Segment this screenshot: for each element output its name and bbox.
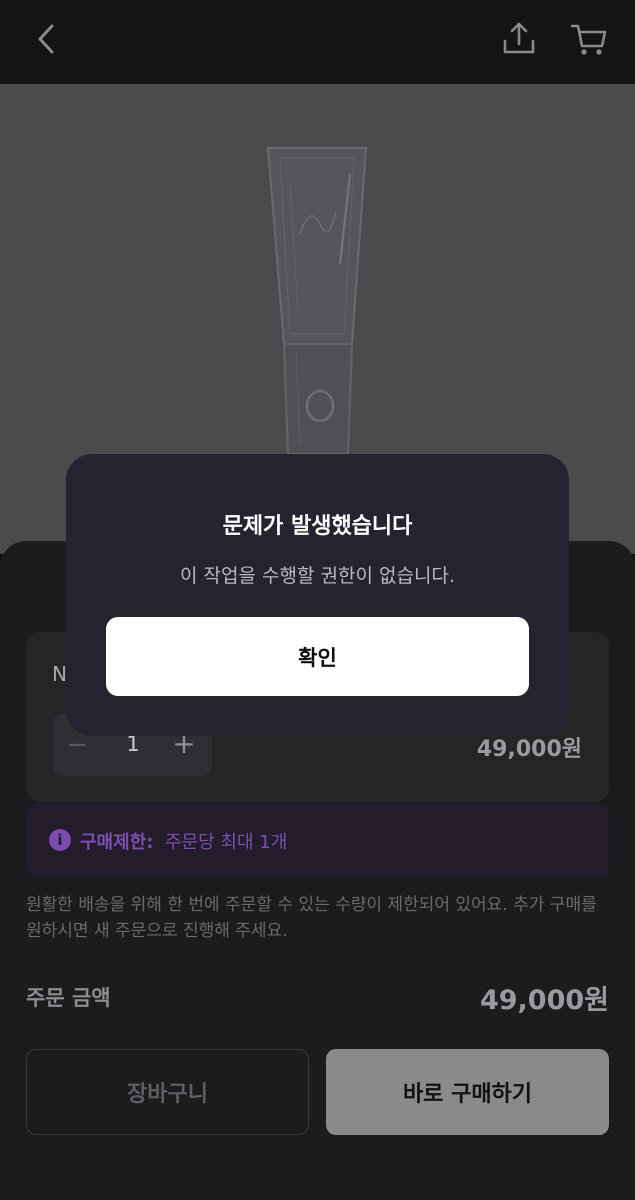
top-bar bbox=[0, 0, 635, 84]
cart-button[interactable] bbox=[567, 17, 611, 61]
chevron-left-icon bbox=[38, 24, 54, 54]
buy-now-button[interactable]: 바로 구매하기 bbox=[326, 1049, 609, 1135]
purchase-limit-label: 구매제한: bbox=[80, 832, 154, 853]
share-button[interactable] bbox=[497, 17, 541, 61]
dialog-message: 이 작업을 수행할 권한이 없습니다. bbox=[180, 565, 455, 587]
option-name: N bbox=[52, 662, 67, 686]
quantity-value: 1 bbox=[126, 732, 140, 756]
order-total-value: 49,000원 bbox=[479, 985, 609, 1016]
shopping-cart-icon bbox=[570, 24, 607, 55]
confirm-button[interactable]: 확인 bbox=[106, 617, 529, 696]
back-button[interactable] bbox=[24, 17, 68, 61]
add-to-cart-button[interactable]: 장바구니 bbox=[26, 1049, 309, 1135]
info-icon: i bbox=[49, 829, 71, 851]
share-upload-icon bbox=[503, 22, 535, 54]
order-total-label: 주문 금액 bbox=[26, 986, 111, 1010]
purchase-limit-value: 주문당 최대 1개 bbox=[165, 832, 288, 853]
dialog-title: 문제가 발생했습니다 bbox=[222, 514, 413, 539]
shipping-notice: 원활한 배송을 위해 한 번에 주문할 수 있는 수량이 제한되어 있어요. 추… bbox=[26, 895, 597, 941]
